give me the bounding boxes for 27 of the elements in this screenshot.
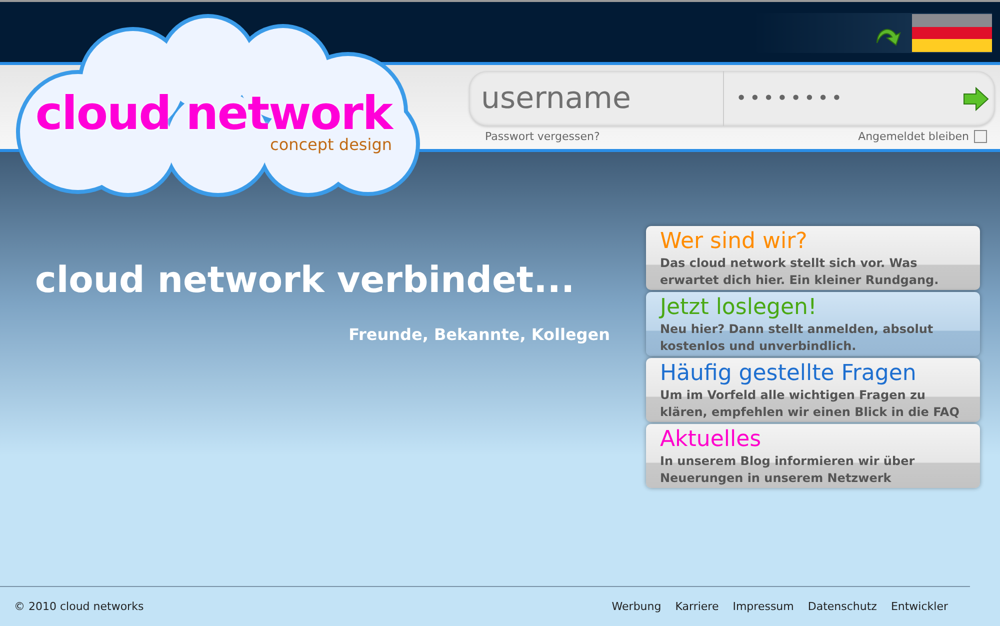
card-title: Häufig gestellte Fragen bbox=[660, 361, 918, 387]
hero-heading: cloud network verbindet... bbox=[35, 260, 575, 301]
footer-link[interactable]: Entwickler bbox=[890, 600, 948, 613]
info-card[interactable]: Häufig gestellte Fragen Um im Vorfeld alle wichtigen Fragen zu klären, empfehlen wir einen Blick in die FAQ bbox=[646, 358, 980, 422]
card-text: Das cloud network stellt sich vor. Was erwartet dich hier. Ein kleiner Rundgang. bbox=[660, 255, 940, 289]
arrow-right-icon[interactable] bbox=[963, 86, 989, 110]
card-title: Wer sind wir? bbox=[660, 229, 808, 255]
card-title: Jetzt loslegen! bbox=[660, 295, 818, 321]
hero-subheading: Freunde, Bekannte, Kollegen bbox=[348, 325, 610, 344]
copyright-text: © 2010 cloud networks bbox=[14, 600, 144, 613]
card-text: Neu hier? Dann stellt anmelden, absolut kostenlos und unverbindlich. bbox=[660, 321, 934, 355]
info-card[interactable]: Aktuelles In unserem Blog informieren wir über Neuerungen in unserem Netzwerk bbox=[646, 424, 980, 488]
footer-link[interactable]: Datenschutz bbox=[808, 600, 877, 613]
footer-link[interactable]: Werbung bbox=[612, 600, 662, 613]
card-title: Aktuelles bbox=[660, 427, 762, 453]
forgot-password-link[interactable]: Passwort vergessen? bbox=[485, 130, 600, 143]
info-card[interactable]: Wer sind wir? Das cloud network stellt sich vor. Was erwartet dich hier. Ein kleiner Rundgang. bbox=[646, 226, 980, 290]
remember-checkbox[interactable] bbox=[974, 130, 987, 143]
password-field[interactable]: •••••••• bbox=[724, 87, 963, 110]
username-field[interactable]: username bbox=[469, 71, 724, 126]
card-text: In unserem Blog informieren wir über Neuerungen in unserem Netzwerk bbox=[660, 453, 916, 487]
footer-link[interactable]: Impressum bbox=[732, 600, 794, 613]
remember-label: Angemeldet bleiben bbox=[858, 130, 969, 143]
info-card[interactable]: Jetzt loslegen! Neu hier? Dann stellt anmelden, absolut kostenlos und unverbindlich. bbox=[646, 292, 980, 356]
flag-icon[interactable] bbox=[912, 14, 992, 52]
footer-link[interactable]: Karriere bbox=[675, 600, 719, 613]
card-text: Um im Vorfeld alle wichtigen Fragen zu klären, empfehlen wir einen Blick in die FAQ bbox=[660, 387, 960, 421]
